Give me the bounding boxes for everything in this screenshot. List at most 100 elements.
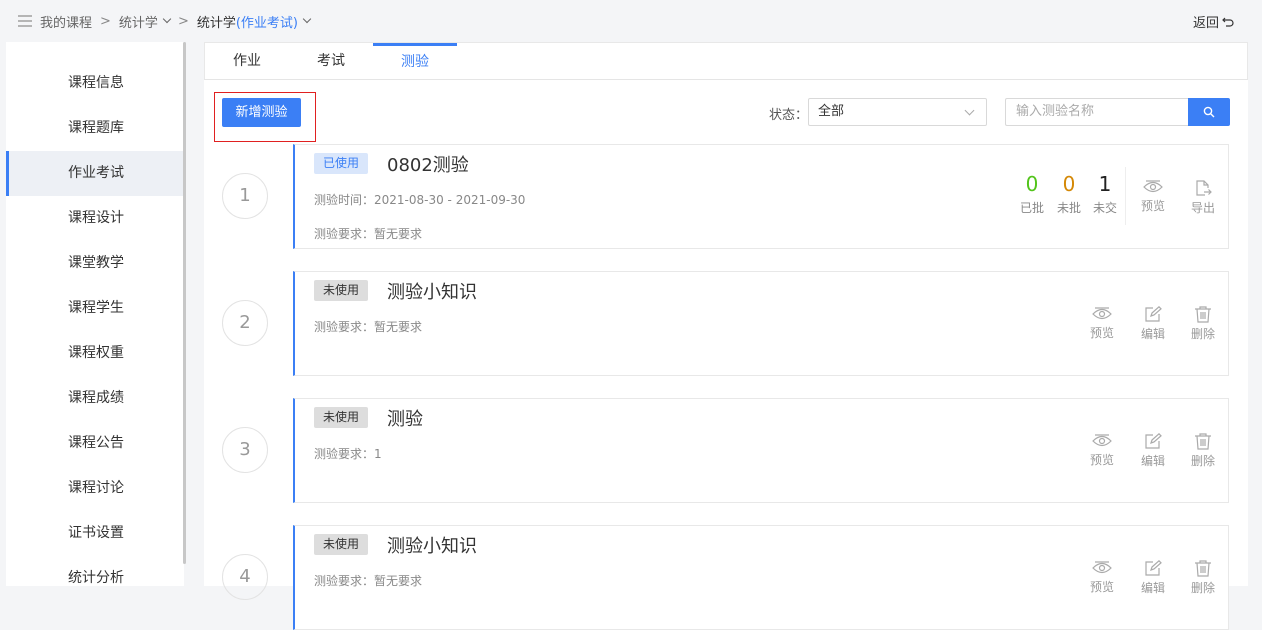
preview-button[interactable]: 预览 xyxy=(1082,560,1122,595)
quiz-index: 1 xyxy=(222,173,268,219)
preview-button[interactable]: 预览 xyxy=(1082,433,1122,468)
trash-icon xyxy=(1195,433,1211,450)
divider xyxy=(1125,167,1126,225)
chevron-down-icon xyxy=(964,105,975,116)
back-label: 返回 xyxy=(1192,16,1219,31)
sidebar-item-students[interactable]: 课程学生 xyxy=(6,286,184,331)
status-badge: 已使用 xyxy=(314,153,369,174)
preview-button[interactable]: 预览 xyxy=(1133,179,1173,214)
top-bar: 我的课程 > 统计学 > 统计学 (作业考试) 返回 xyxy=(0,0,1262,42)
quiz-title[interactable]: 测验小知识 xyxy=(387,278,477,304)
quiz-title[interactable]: 测验小知识 xyxy=(387,532,477,558)
sidebar-item-classroom[interactable]: 课堂教学 xyxy=(6,241,184,286)
quiz-card: 未使用 测验小知识 测验要求：暂无要求 预览 编辑 删除 xyxy=(293,271,1229,376)
graded-label: 已批 xyxy=(1019,201,1044,215)
preview-label: 预览 xyxy=(1089,326,1114,340)
status-badge: 未使用 xyxy=(314,280,369,301)
tab-quiz[interactable]: 测验 xyxy=(373,43,457,79)
sidebar-item-homework-exam[interactable]: 作业考试 xyxy=(6,151,184,196)
edit-button[interactable]: 编辑 xyxy=(1133,560,1173,596)
delete-label: 删除 xyxy=(1190,454,1215,468)
quiz-title[interactable]: 0802测验 xyxy=(387,151,469,177)
sidebar-item-weights[interactable]: 课程权重 xyxy=(6,331,184,376)
tab-exam[interactable]: 考试 xyxy=(289,43,373,79)
delete-button[interactable]: 删除 xyxy=(1183,306,1223,342)
delete-button[interactable]: 删除 xyxy=(1183,433,1223,469)
eye-icon xyxy=(1092,307,1112,320)
delete-label: 删除 xyxy=(1190,327,1215,341)
eye-icon xyxy=(1143,180,1163,193)
unsubmitted-count: 1 xyxy=(1098,172,1112,196)
status-badge: 未使用 xyxy=(314,407,369,428)
quiz-card: 已使用 0802测验 测验时间：2021-08-30 - 2021-09-30 … xyxy=(293,144,1229,249)
export-icon xyxy=(1196,180,1212,196)
chevron-down-icon xyxy=(162,14,172,24)
ungraded-stat[interactable]: 0 未批 xyxy=(1054,173,1084,216)
sidebar-item-question-bank[interactable]: 课程题库 xyxy=(6,106,184,151)
preview-label: 预览 xyxy=(1089,580,1114,594)
sidebar-item-course-design[interactable]: 课程设计 xyxy=(6,196,184,241)
edit-button[interactable]: 编辑 xyxy=(1133,433,1173,469)
quiz-card: 未使用 测验 测验要求：1 预览 编辑 删除 xyxy=(293,398,1229,503)
quiz-card: 未使用 测验小知识 测验要求：暂无要求 预览 编辑 删除 xyxy=(293,525,1229,630)
status-select-value: 全部 xyxy=(818,104,845,119)
highlight-box: 新增测验 xyxy=(214,92,316,142)
delete-button[interactable]: 删除 xyxy=(1183,560,1223,596)
breadcrumb-home[interactable]: 我的课程 xyxy=(40,12,92,31)
sidebar-item-course-info[interactable]: 课程信息 xyxy=(6,61,184,106)
breadcrumb-course[interactable]: 统计学 xyxy=(118,12,172,31)
status-badge: 未使用 xyxy=(314,534,369,555)
search-icon xyxy=(1203,106,1215,118)
sidebar-item-announcements[interactable]: 课程公告 xyxy=(6,421,184,466)
quiz-title[interactable]: 测验 xyxy=(387,405,423,431)
quiz-time: 测验时间：2021-08-30 - 2021-09-30 xyxy=(314,193,526,207)
edit-label: 编辑 xyxy=(1140,454,1165,468)
breadcrumb-current[interactable]: 统计学 (作业考试) xyxy=(196,12,312,31)
sidebar: 课程信息 课程题库 作业考试 课程设计 课堂教学 课程学生 课程权重 课程成绩 … xyxy=(6,42,184,586)
main-panel: 作业 考试 测验 新增测验 状态： 全部 输入测验名称 1 已使用 0802测验… xyxy=(204,42,1248,630)
add-quiz-button[interactable]: 新增测验 xyxy=(222,98,301,127)
quiz-requirement: 测验要求：暂无要求 xyxy=(314,574,423,588)
delete-label: 删除 xyxy=(1190,581,1215,595)
breadcrumb-separator: > xyxy=(100,13,111,29)
sidebar-item-discussion[interactable]: 课程讨论 xyxy=(6,466,184,511)
breadcrumb-current-section: (作业考试) xyxy=(235,15,299,31)
unsubmitted-label: 未交 xyxy=(1092,201,1117,215)
quiz-index: 3 xyxy=(222,427,268,473)
sidebar-scrollbar[interactable] xyxy=(183,42,186,564)
edit-icon xyxy=(1145,433,1162,449)
export-label: 导出 xyxy=(1190,201,1215,215)
ungraded-count: 0 xyxy=(1062,172,1076,196)
graded-stat[interactable]: 0 已批 xyxy=(1017,173,1047,216)
preview-button[interactable]: 预览 xyxy=(1082,306,1122,341)
search-input[interactable]: 输入测验名称 xyxy=(1005,98,1189,126)
edit-button[interactable]: 编辑 xyxy=(1133,306,1173,342)
quiz-index: 4 xyxy=(222,554,268,600)
export-button[interactable]: 导出 xyxy=(1183,179,1223,216)
trash-icon xyxy=(1195,560,1211,577)
unsubmitted-stat[interactable]: 1 未交 xyxy=(1090,173,1120,216)
sidebar-item-certificates[interactable]: 证书设置 xyxy=(6,511,184,556)
edit-icon xyxy=(1145,560,1162,576)
quiz-index: 2 xyxy=(222,300,268,346)
eye-icon xyxy=(1092,561,1112,574)
quiz-requirement: 测验要求：暂无要求 xyxy=(314,227,423,241)
sidebar-item-analytics[interactable]: 统计分析 xyxy=(6,556,184,601)
graded-count: 0 xyxy=(1025,172,1039,196)
status-select[interactable]: 全部 xyxy=(808,98,987,126)
edit-icon xyxy=(1145,306,1162,322)
quiz-requirement: 测验要求：暂无要求 xyxy=(314,320,423,334)
tab-homework[interactable]: 作业 xyxy=(205,43,289,79)
back-button[interactable]: 返回 xyxy=(1193,12,1234,31)
return-icon xyxy=(1222,17,1234,27)
ungraded-label: 未批 xyxy=(1056,201,1081,215)
search-button[interactable] xyxy=(1188,98,1230,126)
breadcrumb-current-label: 统计学 xyxy=(196,15,236,31)
sidebar-item-grades[interactable]: 课程成绩 xyxy=(6,376,184,421)
chevron-down-icon xyxy=(302,14,312,24)
menu-icon[interactable] xyxy=(18,15,32,27)
trash-icon xyxy=(1195,306,1211,323)
preview-label: 预览 xyxy=(1140,199,1165,213)
edit-label: 编辑 xyxy=(1140,327,1165,341)
breadcrumb-course-label: 统计学 xyxy=(118,15,158,31)
